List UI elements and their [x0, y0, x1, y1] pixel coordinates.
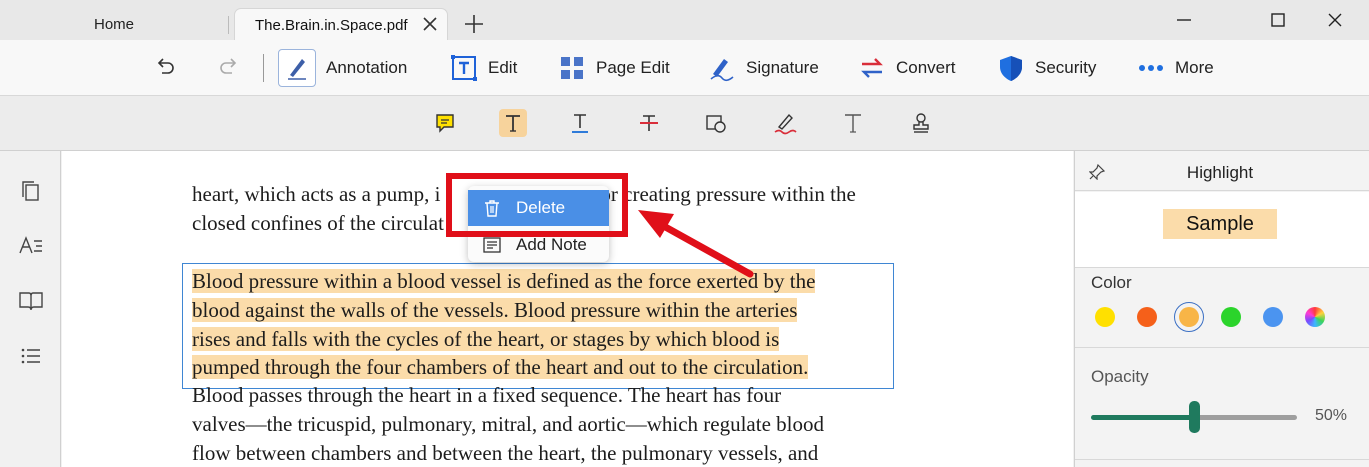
opacity-slider-thumb[interactable]	[1188, 401, 1200, 433]
signature-pen-icon	[708, 54, 736, 82]
color-swatch[interactable]	[1179, 307, 1199, 327]
sticky-note-icon[interactable]	[431, 109, 459, 137]
panel-divider	[1075, 347, 1369, 348]
security-button[interactable]: Security	[997, 40, 1096, 96]
edit-text-icon	[450, 54, 478, 82]
panel-divider	[1075, 459, 1369, 460]
annotation-button[interactable]: Annotation	[278, 40, 407, 96]
undo-icon[interactable]	[154, 57, 176, 79]
text-line: flow between chambers and between the he…	[192, 440, 819, 465]
tab-document[interactable]: The.Brain.in.Space.pdf	[234, 8, 448, 41]
page-edit-label: Page Edit	[596, 58, 670, 77]
new-tab-icon[interactable]	[464, 14, 484, 34]
highlighted-line: pumped through the four chambers of the …	[192, 355, 809, 380]
sample-text: Sample	[1163, 209, 1277, 239]
toolbar-divider	[263, 54, 264, 82]
close-window-icon[interactable]	[1325, 10, 1345, 30]
bookmark-book-icon[interactable]	[18, 288, 44, 314]
text-line: Blood passes through the heart in a fixe…	[192, 383, 782, 407]
text-box-icon[interactable]	[839, 109, 867, 137]
signature-button[interactable]: Signature	[708, 40, 819, 96]
page-grid-icon	[558, 54, 586, 82]
highlight-text-icon[interactable]	[499, 109, 527, 137]
strikethrough-text-icon[interactable]	[635, 109, 663, 137]
list-icon[interactable]	[18, 343, 44, 369]
tab-home[interactable]: Home	[0, 8, 228, 40]
convert-label: Convert	[896, 58, 956, 77]
opacity-value: 50%	[1315, 407, 1348, 424]
color-swatch[interactable]	[1137, 307, 1157, 327]
more-label: More	[1175, 58, 1214, 77]
color-swatch[interactable]	[1221, 307, 1241, 327]
edit-button[interactable]: Edit	[450, 40, 517, 96]
tab-bar: Home The.Brain.in.Space.pdf	[0, 0, 1369, 41]
highlighted-line: rises and falls with the cycles of the h…	[192, 326, 780, 351]
signature-label: Signature	[746, 58, 819, 77]
pdf-editor-window: Home The.Brain.in.Space.pdf Annotation E…	[0, 0, 1369, 467]
annotation-pen-icon	[278, 49, 316, 87]
shapes-icon[interactable]	[702, 109, 730, 137]
tab-separator	[228, 16, 229, 34]
minimize-icon[interactable]	[1174, 10, 1194, 30]
paragraph-3: Blood passes through the heart in a fixe…	[192, 381, 824, 467]
more-button[interactable]: More	[1137, 40, 1214, 96]
sample-preview: Sample	[1075, 192, 1369, 268]
redo-icon[interactable]	[218, 57, 240, 79]
panel-header: Highlight	[1075, 151, 1369, 191]
color-swatch[interactable]	[1095, 307, 1115, 327]
add-note-label: Add Note	[516, 235, 587, 254]
text-outline-icon[interactable]	[18, 233, 44, 259]
highlighted-line: blood against the walls of the vessels. …	[192, 297, 798, 322]
opacity-label: Opacity	[1091, 367, 1149, 386]
text-line: valves—the tricuspid, pulmonary, mitral,…	[192, 411, 824, 436]
tab-document-label: The.Brain.in.Space.pdf	[255, 17, 408, 34]
maximize-icon[interactable]	[1268, 10, 1288, 30]
security-label: Security	[1035, 58, 1097, 77]
convert-button[interactable]: Convert	[858, 40, 956, 96]
stamp-icon[interactable]	[907, 109, 935, 137]
pages-icon[interactable]	[18, 179, 44, 205]
underline-text-icon[interactable]	[566, 109, 594, 137]
security-shield-icon	[997, 54, 1025, 82]
opacity-track-filled[interactable]	[1091, 415, 1194, 420]
note-icon	[483, 237, 501, 253]
panel-title: Highlight	[1186, 163, 1254, 182]
callout-arrow-icon	[638, 210, 754, 278]
edit-label: Edit	[488, 58, 518, 77]
main-toolbar: Annotation Edit Page Edit Signature Conv	[0, 40, 1369, 96]
pencil-draw-icon[interactable]	[771, 109, 799, 137]
close-tab-icon[interactable]	[421, 15, 439, 33]
annotation-toolbar	[0, 96, 1369, 151]
annotation-label: Annotation	[326, 58, 408, 77]
color-swatch[interactable]	[1305, 307, 1325, 327]
properties-panel: Highlight Sample Color Opacity 50%	[1074, 151, 1369, 467]
color-label: Color	[1091, 273, 1132, 292]
page-edit-button[interactable]: Page Edit	[558, 40, 670, 96]
opacity-track[interactable]	[1194, 415, 1297, 420]
callout-highlight-box	[446, 173, 628, 237]
more-dots-icon	[1137, 54, 1165, 82]
left-sidebar	[0, 151, 61, 467]
convert-arrows-icon	[858, 54, 886, 82]
color-swatch[interactable]	[1263, 307, 1283, 327]
